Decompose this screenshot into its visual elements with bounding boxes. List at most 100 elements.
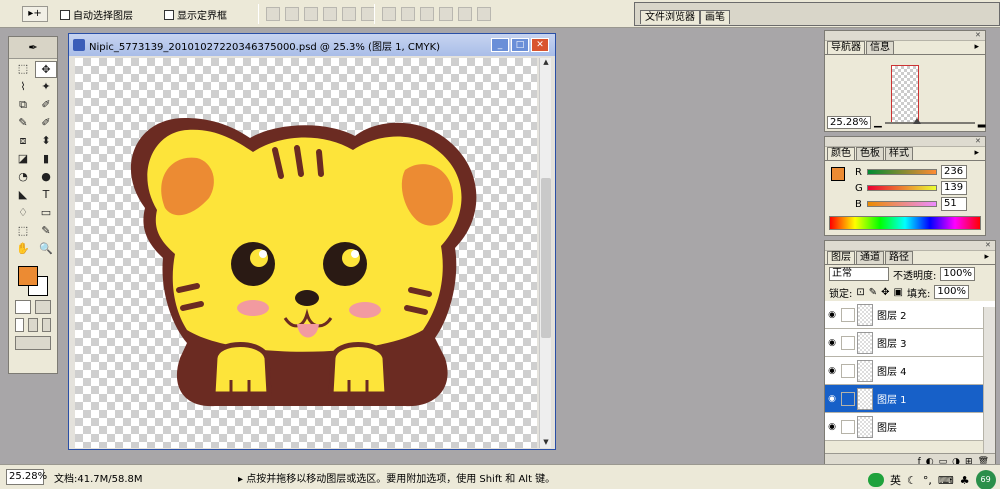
maximize-button[interactable]: □: [511, 38, 529, 52]
channel-value[interactable]: 139: [941, 181, 967, 195]
panel-menu-icon[interactable]: ▸: [981, 251, 992, 264]
image-canvas[interactable]: [75, 58, 537, 448]
lock-image-icon[interactable]: ✎: [869, 287, 877, 298]
tray-badge[interactable]: 69: [975, 470, 996, 489]
close-icon[interactable]: ✕: [985, 241, 993, 249]
align-left-icon[interactable]: [323, 7, 337, 21]
align-top-icon[interactable]: [266, 7, 280, 21]
tab-paths[interactable]: 路径: [885, 251, 913, 264]
tab-brushes[interactable]: 画笔: [700, 10, 730, 24]
skin-icon[interactable]: ♣: [960, 474, 970, 487]
align-bottom-icon[interactable]: [304, 7, 318, 21]
minimize-button[interactable]: _: [491, 38, 509, 52]
blur-tool-icon[interactable]: ◔: [12, 169, 34, 186]
visibility-eye-icon[interactable]: ◉: [825, 310, 839, 320]
lock-transparency-icon[interactable]: ⊡: [856, 287, 864, 298]
standard-mode-icon[interactable]: [15, 300, 31, 314]
move-tool-preset-button[interactable]: ▸+: [22, 6, 48, 22]
eraser-tool-icon[interactable]: ◪: [12, 151, 34, 168]
link-box[interactable]: [841, 363, 855, 378]
standard-screen-icon[interactable]: [15, 318, 25, 332]
checkbox-box[interactable]: [164, 9, 174, 20]
toolbox-header-feather-icon[interactable]: ✒: [9, 37, 57, 59]
hand-tool-icon[interactable]: ✋: [12, 241, 34, 258]
navigator-zoom-field[interactable]: 25.28%: [827, 116, 871, 129]
tab-channels[interactable]: 通道: [856, 251, 884, 264]
gradient-tool-icon[interactable]: ▮: [35, 151, 57, 168]
slice-tool-icon[interactable]: ✐: [35, 97, 57, 114]
lock-position-icon[interactable]: ✥: [881, 287, 889, 298]
align-hcenter-icon[interactable]: [342, 7, 356, 21]
foreground-color-swatch[interactable]: [18, 266, 38, 286]
zoom-field[interactable]: 25.28%: [6, 469, 47, 485]
align-vcenter-icon[interactable]: [285, 7, 299, 21]
tab-navigator[interactable]: 导航器: [827, 41, 865, 54]
visibility-eye-icon[interactable]: ◉: [825, 338, 839, 348]
align-right-icon[interactable]: [361, 7, 375, 21]
channel-slider[interactable]: [867, 185, 937, 191]
blend-mode-select[interactable]: 正常: [829, 267, 889, 281]
panel-menu-icon[interactable]: ▸: [971, 41, 982, 54]
channel-value[interactable]: 236: [941, 165, 967, 179]
lock-all-icon[interactable]: ▣: [894, 287, 903, 298]
visibility-eye-icon[interactable]: ◉: [825, 422, 839, 432]
distribute-bottom-icon[interactable]: [420, 7, 434, 21]
tab-color[interactable]: 颜色: [827, 147, 855, 160]
document-title-bar[interactable]: Nipic_5773139_20101027220346375000.psd @…: [69, 34, 555, 56]
distribute-left-icon[interactable]: [439, 7, 453, 21]
tab-info[interactable]: 信息: [866, 41, 894, 54]
quick-mask-mode-icon[interactable]: [35, 300, 51, 314]
layer-row-selected[interactable]: ◉ 图层 1: [825, 385, 995, 413]
layer-row[interactable]: ◉ 图层 2: [825, 301, 995, 329]
document-size[interactable]: 文档:41.7M/58.8M: [54, 470, 143, 485]
panel-title-bar[interactable]: ✕: [825, 137, 985, 147]
link-box[interactable]: [841, 391, 855, 406]
distribute-hcenter-icon[interactable]: [458, 7, 472, 21]
distribute-right-icon[interactable]: [477, 7, 491, 21]
tab-styles[interactable]: 样式: [885, 147, 913, 160]
pen-tool-icon[interactable]: ♢: [12, 205, 34, 222]
close-icon[interactable]: ✕: [975, 31, 983, 39]
channel-slider[interactable]: [867, 201, 937, 207]
sogou-ime-icon[interactable]: [868, 473, 884, 487]
rectangle-tool-icon[interactable]: ▭: [35, 205, 57, 222]
dodge-tool-icon[interactable]: ●: [35, 169, 57, 186]
type-tool-icon[interactable]: T: [35, 187, 57, 204]
full-screen-icon[interactable]: [41, 318, 51, 332]
path-selection-tool-icon[interactable]: ◣: [12, 187, 34, 204]
full-screen-menu-icon[interactable]: [28, 318, 38, 332]
magic-wand-tool-icon[interactable]: ✦: [35, 79, 57, 96]
distribute-vcenter-icon[interactable]: [401, 7, 415, 21]
auto-select-layer-checkbox[interactable]: 自动选择图层: [60, 7, 133, 22]
imageready-icon[interactable]: [15, 336, 51, 350]
link-box[interactable]: [841, 419, 855, 434]
history-brush-tool-icon[interactable]: ⬍: [35, 133, 57, 150]
punctuation-icon[interactable]: °,: [923, 474, 932, 487]
show-bounds-checkbox[interactable]: 显示定界框: [164, 7, 227, 22]
panel-title-bar[interactable]: ✕: [825, 241, 995, 251]
navigator-thumbnail[interactable]: [891, 65, 919, 123]
zoom-tool-icon[interactable]: 🔍: [35, 241, 57, 258]
lasso-tool-icon[interactable]: ⌇: [12, 79, 34, 96]
clone-stamp-tool-icon[interactable]: ⧈: [12, 133, 34, 150]
close-icon[interactable]: ✕: [975, 137, 983, 145]
layer-row[interactable]: ◉ 图层: [825, 413, 995, 441]
opacity-field[interactable]: 100%: [940, 267, 975, 281]
distribute-top-icon[interactable]: [382, 7, 396, 21]
fill-field[interactable]: 100%: [934, 285, 969, 299]
zoom-out-icon[interactable]: ▁: [874, 117, 882, 128]
visibility-eye-icon[interactable]: ◉: [825, 366, 839, 376]
checkbox-box[interactable]: [60, 9, 70, 20]
link-box[interactable]: [841, 307, 855, 322]
panel-menu-icon[interactable]: ▸: [971, 147, 982, 160]
layer-row[interactable]: ◉ 图层 3: [825, 329, 995, 357]
zoom-slider[interactable]: [884, 117, 975, 124]
channel-value[interactable]: 51: [941, 197, 967, 211]
scroll-thumb[interactable]: [541, 178, 551, 338]
eyedropper-tool-icon[interactable]: ✎: [35, 223, 57, 240]
tab-swatches[interactable]: 色板: [856, 147, 884, 160]
move-tool-icon[interactable]: ✥: [35, 61, 57, 78]
scroll-down-icon[interactable]: ▼: [540, 438, 552, 448]
zoom-in-icon[interactable]: ▂: [978, 117, 986, 128]
scroll-up-icon[interactable]: ▲: [540, 58, 552, 68]
